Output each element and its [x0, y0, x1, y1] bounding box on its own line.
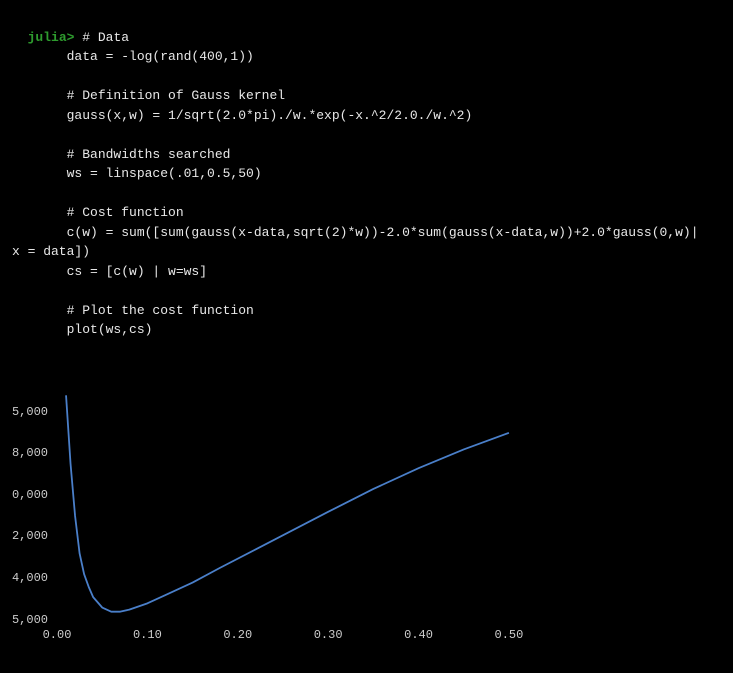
x-axis-ticks: 0.000.100.200.300.400.50 — [57, 622, 527, 642]
x-tick-label: 0.40 — [404, 626, 433, 644]
line-series — [66, 395, 509, 611]
code-line-0: # Data — [82, 30, 129, 45]
code-line-10: c(w) = sum([sum(gauss(x-data,sqrt(2)*w))… — [67, 225, 699, 240]
y-tick-label: 4,000 — [12, 569, 48, 587]
code-line-15: plot(ws,cs) — [67, 322, 153, 337]
code-line-6: # Bandwidths searched — [67, 147, 231, 162]
y-tick-label: 0,000 — [12, 486, 48, 504]
y-tick-label: 5,000 — [12, 403, 48, 421]
x-tick-label: 0.30 — [314, 626, 343, 644]
code-line-12: cs = [c(w) | w=ws] — [67, 264, 207, 279]
code-line-11: x = data]) — [12, 244, 90, 259]
plot-svg — [57, 360, 527, 620]
code-line-9: # Cost function — [67, 205, 184, 220]
y-tick-label: 2,000 — [12, 527, 48, 545]
plot-box — [57, 360, 527, 620]
x-tick-label: 0.50 — [495, 626, 524, 644]
code-line-7: ws = linspace(.01,0.5,50) — [67, 166, 262, 181]
x-tick-label: 0.00 — [43, 626, 72, 644]
code-line-14: # Plot the cost function — [67, 303, 254, 318]
y-tick-label: 8,000 — [12, 444, 48, 462]
x-tick-label: 0.10 — [133, 626, 162, 644]
repl-block: julia> # Data data = -log(rand(400,1)) #… — [12, 8, 721, 340]
julia-prompt: julia> — [28, 30, 75, 45]
code-line-1: data = -log(rand(400,1)) — [67, 49, 254, 64]
chart-area: 5,0004,0002,0000,0008,0005,000 0.000.100… — [12, 360, 532, 650]
code-line-3: # Definition of Gauss kernel — [67, 88, 285, 103]
y-axis-ticks: 5,0004,0002,0000,0008,0005,000 — [12, 360, 52, 620]
code-line-4: gauss(x,w) = 1/sqrt(2.0*pi)./w.*exp(-x.^… — [67, 108, 473, 123]
x-tick-label: 0.20 — [223, 626, 252, 644]
